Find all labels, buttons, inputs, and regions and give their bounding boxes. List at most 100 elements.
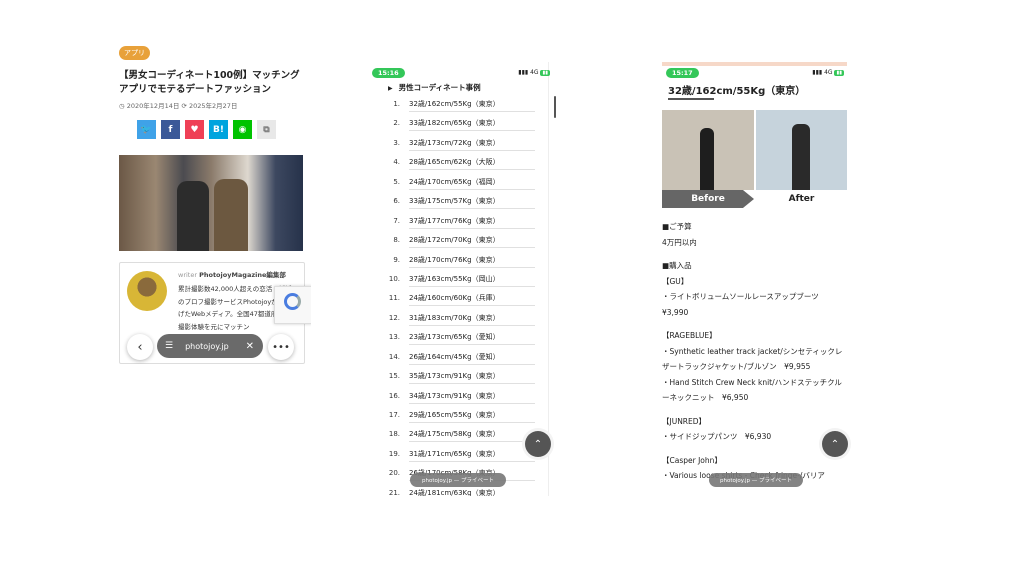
purchase-heading: ■購入品	[662, 261, 692, 270]
list-item-link[interactable]: 31歳/183cm/70Kg（東京）	[409, 313, 535, 326]
list-item-number: 17.	[388, 411, 400, 419]
list-item-number: 15.	[388, 372, 400, 381]
list-item-link[interactable]: 32歳/162cm/55Kg（東京）	[409, 99, 535, 112]
list-item-number: 13.	[388, 333, 400, 342]
chevron-up-icon: ⌃	[533, 438, 543, 450]
list-item-link[interactable]: 28歳/170cm/76Kg（東京）	[409, 255, 535, 268]
more-button[interactable]: •••	[268, 334, 294, 360]
share-buttons: 🐦 f ♥ B! ◉ ⧉	[137, 120, 276, 139]
budget-heading: ■ご予算	[662, 222, 692, 231]
refresh-icon: ⟳	[181, 102, 187, 110]
article-title: 【男女コーディネート100例】マッチングアプリでモテるデートファッション	[119, 70, 300, 95]
tabs-icon[interactable]: ☰	[165, 341, 173, 351]
item-rageblue-knit: ・Hand Stitch Crew Neck knit/ハンドステッチクルーネッ…	[662, 377, 842, 403]
list-item[interactable]: 2. 33歳/182cm/65Kg（東京）	[368, 115, 553, 134]
detail-title: 32歳/162cm/55Kg（東京）	[668, 86, 806, 97]
chevron-left-icon: ‹	[137, 339, 143, 355]
person-figure	[177, 181, 209, 251]
list-item[interactable]: 8. 28歳/172cm/70Kg（東京）	[368, 232, 553, 251]
scroll-top-button[interactable]: ⌃	[822, 431, 848, 457]
list-item-number: 10.	[388, 274, 400, 283]
caret-right-icon: ▶	[388, 85, 393, 92]
section-header[interactable]: ▶ 男性コーディネート事例	[388, 82, 481, 93]
list-item-number: 1.	[393, 100, 400, 108]
scroll-top-button[interactable]: ⌃	[525, 431, 551, 457]
twitter-share-button[interactable]: 🐦	[137, 120, 156, 139]
article-dates: ◷ 2020年12月14日 ⟳ 2025年2月27日	[119, 100, 237, 110]
list-item[interactable]: 16. 34歳/173cm/91Kg（東京）	[368, 388, 553, 407]
list-item[interactable]: 12. 31歳/183cm/70Kg（東京）	[368, 310, 553, 329]
list-item-link[interactable]: 24歳/160cm/60Kg（兵庫）	[409, 293, 535, 307]
item-junred: ・サイドジップパンツ ¥6,930	[662, 432, 772, 441]
list-item[interactable]: 14. 26歳/164cm/45Kg（愛知）	[368, 349, 553, 368]
line-icon: ◉	[238, 124, 247, 135]
list-item-link[interactable]: 31歳/171cm/65Kg（東京）	[409, 449, 535, 462]
brand-junred: 【JUNRED】	[662, 416, 707, 426]
list-item-link[interactable]: 24歳/175cm/58Kg（東京）	[409, 429, 535, 443]
title-underline	[668, 98, 714, 100]
close-icon[interactable]: ✕	[246, 341, 254, 352]
list-item-link[interactable]: 28歳/172cm/70Kg（東京）	[409, 235, 535, 249]
battery-icon: ▮▮	[834, 70, 844, 76]
list-item[interactable]: 10. 37歳/163cm/55Kg（岡山）	[368, 271, 553, 290]
facebook-share-button[interactable]: f	[161, 120, 180, 139]
list-item[interactable]: 4. 28歳/165cm/62Kg（大阪）	[368, 154, 553, 173]
list-item[interactable]: 6. 33歳/175cm/57Kg（東京）	[368, 193, 553, 212]
list-item-number: 18.	[388, 430, 400, 439]
after-photo	[756, 110, 847, 190]
list-item-link[interactable]: 24歳/170cm/65Kg（福岡）	[409, 177, 535, 190]
copy-share-button[interactable]: ⧉	[257, 120, 276, 139]
list-item[interactable]: 7. 37歳/177cm/76Kg（東京）	[368, 213, 553, 232]
list-item-link[interactable]: 37歳/177cm/76Kg（東京）	[409, 216, 535, 229]
status-bar: 15:17 ▮▮▮ 4G ▮▮	[666, 68, 846, 78]
person-figure	[214, 179, 248, 251]
list-item-link[interactable]: 28歳/165cm/62Kg（大阪）	[409, 157, 535, 171]
list-item-number: 11.	[388, 294, 400, 303]
person-figure	[792, 124, 810, 190]
list-item[interactable]: 13. 23歳/173cm/65Kg（愛知）	[368, 329, 553, 348]
list-item-link[interactable]: 23歳/173cm/65Kg（愛知）	[409, 332, 535, 346]
top-band	[662, 62, 847, 66]
section-header-label: 男性コーディネート事例	[398, 83, 481, 92]
updated-date: 2025年2月27日	[188, 102, 238, 110]
copy-icon: ⧉	[263, 124, 270, 135]
list-item-link[interactable]: 37歳/163cm/55Kg（岡山）	[409, 274, 535, 287]
list-item-link[interactable]: 32歳/173cm/72Kg（東京）	[409, 138, 535, 151]
list-item-number: 21.	[388, 488, 400, 496]
category-badge[interactable]: アプリ	[119, 46, 150, 60]
chevron-up-icon: ⌃	[830, 438, 840, 450]
list-item[interactable]: 1. 32歳/162cm/55Kg（東京）	[368, 96, 553, 115]
list-item-link[interactable]: 33歳/182cm/65Kg（東京）	[409, 118, 535, 132]
list-item-link[interactable]: 24歳/181cm/63Kg（東京）	[409, 488, 535, 496]
list-item-link[interactable]: 33歳/175cm/57Kg（東京）	[409, 196, 535, 210]
detail-content: ■ご予算 4万円以内 ■購入品 【GU】 ・ライトボリュームソールレースアップブ…	[662, 219, 847, 484]
address-bar[interactable]: ☰ photojoy.jp ✕	[157, 334, 263, 358]
recaptcha-icon	[284, 293, 301, 310]
list-item-link[interactable]: 35歳/173cm/91Kg（東京）	[409, 371, 535, 385]
pocket-share-button[interactable]: ♥	[185, 120, 204, 139]
list-item-number: 19.	[388, 449, 400, 458]
url-text: photojoy.jp	[185, 341, 229, 351]
hatena-bookmark-share-button[interactable]: B!	[209, 120, 228, 139]
back-button[interactable]: ‹	[127, 334, 153, 360]
list-item[interactable]: 5. 24歳/170cm/65Kg（福岡）	[368, 174, 553, 193]
list-item-link[interactable]: 29歳/165cm/55Kg（東京）	[409, 410, 535, 423]
line-share-button[interactable]: ◉	[233, 120, 252, 139]
list-panel: 15:16 ▮▮▮ 4G ▮▮ ▶ 男性コーディネート事例 1. 32歳/162cm…	[368, 62, 559, 496]
bottom-address-bar[interactable]: photojoy.jp — プライベート	[410, 473, 506, 487]
detail-panel: 15:17 ▮▮▮ 4G ▮▮ 32歳/162cm/55Kg（東京） Befor…	[662, 62, 855, 496]
list-item[interactable]: 15. 35歳/173cm/91Kg（東京）	[368, 368, 553, 387]
list-item-number: 16.	[388, 391, 400, 400]
list-item-link[interactable]: 26歳/164cm/45Kg（愛知）	[409, 352, 535, 365]
list-item[interactable]: 11. 24歳/160cm/60Kg（兵庫）	[368, 290, 553, 309]
scrollbar[interactable]	[554, 96, 556, 118]
bottom-address-bar[interactable]: photojoy.jp — プライベート	[709, 473, 803, 487]
coordinate-list: 1. 32歳/162cm/55Kg（東京） 2. 33歳/182cm/65Kg（東京）…	[368, 96, 553, 496]
list-item[interactable]: 3. 32歳/173cm/72Kg（東京）	[368, 135, 553, 154]
recaptcha-badge[interactable]	[274, 286, 311, 324]
list-item[interactable]: 9. 28歳/170cm/76Kg（東京）	[368, 252, 553, 271]
list-item-link[interactable]: 34歳/173cm/91Kg（東京）	[409, 391, 535, 404]
list-item[interactable]: 17. 29歳/165cm/55Kg（東京）	[368, 407, 553, 426]
person-figure	[700, 128, 714, 190]
battery-icon: ▮▮	[540, 70, 550, 76]
